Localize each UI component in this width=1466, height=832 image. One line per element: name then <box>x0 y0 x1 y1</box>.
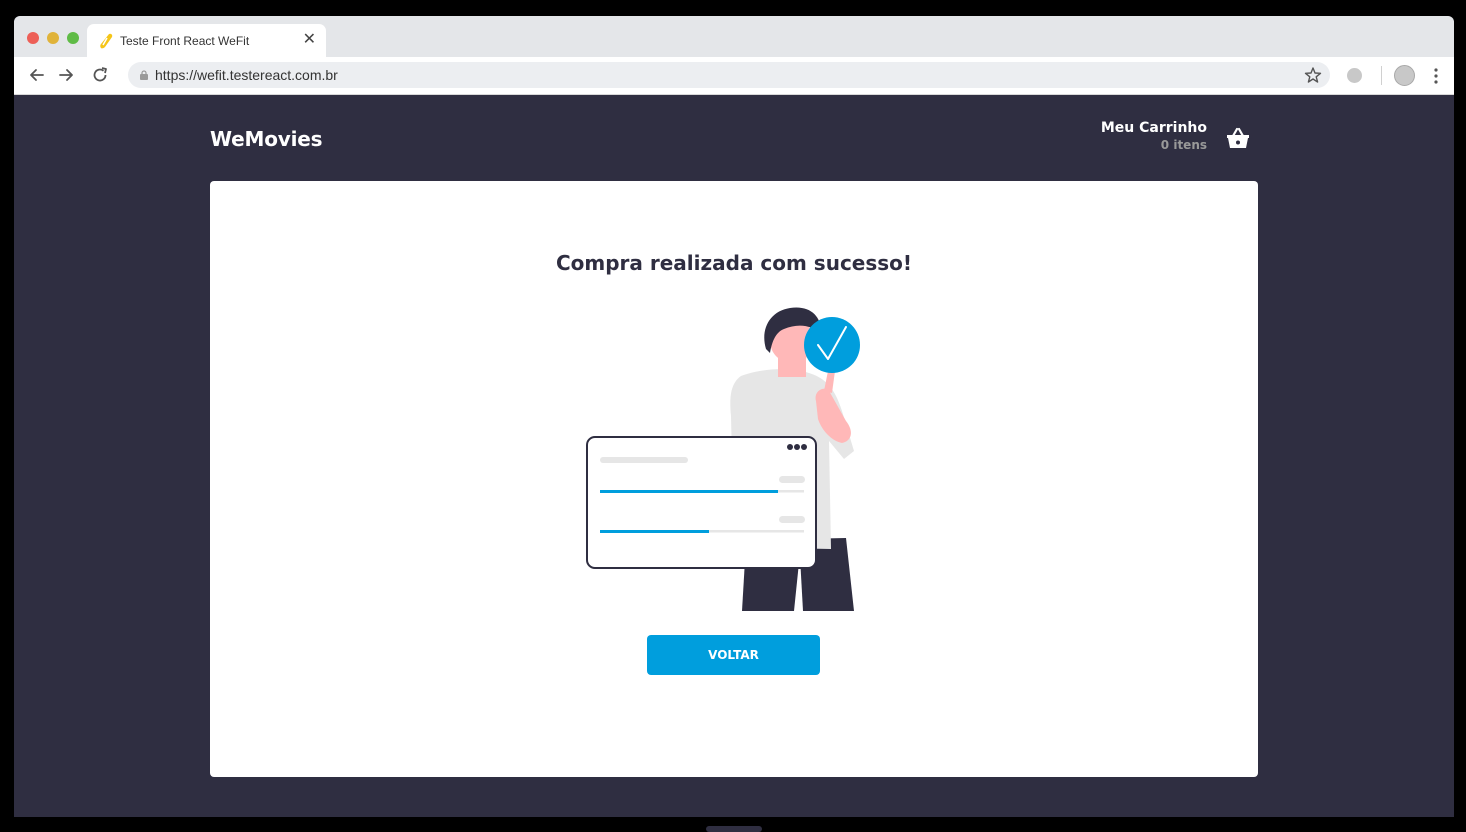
cart-count: 0 itens <box>1160 138 1207 152</box>
maximize-window-button[interactable] <box>67 32 79 44</box>
bottom-handle <box>706 826 762 832</box>
profile-avatar[interactable] <box>1394 65 1415 86</box>
brand-logo[interactable]: WeMovies <box>210 127 323 151</box>
browser-tab[interactable]: Teste Front React WeFit ✕ <box>87 24 326 57</box>
cart-title: Meu Carrinho <box>1100 120 1207 136</box>
url-text: https://wefit.testereact.com.br <box>155 67 338 83</box>
arrow-right-icon[interactable] <box>56 65 76 85</box>
web-page: WeMovies Meu Carrinho 0 itens Compra rea… <box>14 95 1454 817</box>
lock-icon <box>140 70 148 80</box>
minimize-window-button[interactable] <box>47 32 59 44</box>
purchase-success-illustration <box>586 307 860 611</box>
close-tab-icon[interactable]: ✕ <box>303 29 316 49</box>
kebab-menu-icon[interactable] <box>1433 67 1439 85</box>
basket-icon[interactable] <box>1226 127 1250 149</box>
cart-summary[interactable]: Meu Carrinho 0 itens <box>1101 120 1207 152</box>
star-icon[interactable] <box>1304 66 1322 84</box>
pencil-favicon-icon <box>100 33 113 49</box>
tab-title: Teste Front React WeFit <box>120 34 250 48</box>
address-bar[interactable]: https://wefit.testereact.com.br <box>128 62 1330 88</box>
back-button[interactable]: VOLTAR <box>647 635 820 675</box>
success-headline: Compra realizada com sucesso! <box>555 251 913 275</box>
extension-icon[interactable] <box>1347 68 1362 83</box>
close-window-button[interactable] <box>27 32 39 44</box>
tab-strip: Teste Front React WeFit ✕ <box>14 16 1454 57</box>
arrow-left-icon[interactable] <box>27 65 47 85</box>
success-card: Compra realizada com sucesso! VOLTAR <box>210 181 1258 777</box>
reload-icon[interactable] <box>90 65 110 85</box>
browser-toolbar: https://wefit.testereact.com.br <box>14 57 1454 95</box>
browser-window: Teste Front React WeFit ✕ https://wefit.… <box>14 16 1454 817</box>
toolbar-divider <box>1381 66 1382 85</box>
